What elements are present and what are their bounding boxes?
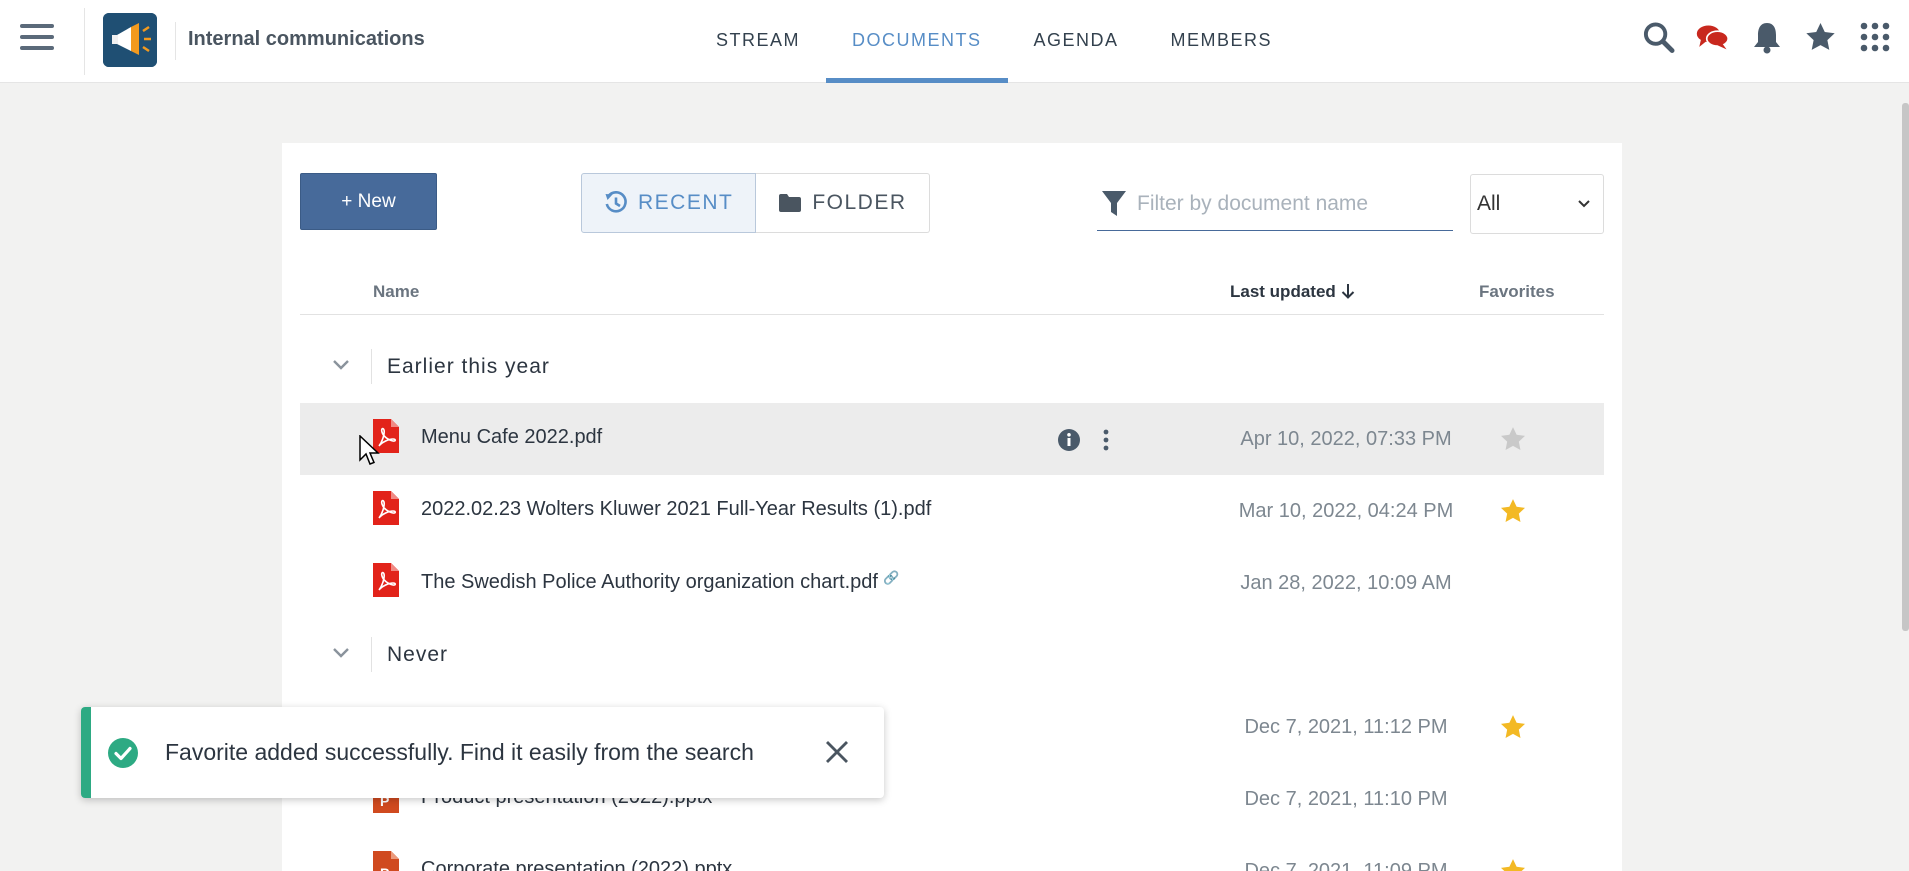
document-name[interactable]: Corporate presentation (2022).pptx	[421, 858, 732, 871]
favorite-star-icon[interactable]	[1499, 857, 1527, 871]
folder-view-label: FOLDER	[812, 191, 907, 214]
document-filter	[1097, 178, 1453, 231]
recent-view-label: RECENT	[638, 191, 734, 214]
document-name-text: The Swedish Police Authority organizatio…	[421, 571, 878, 593]
tab-members[interactable]: MEMBERS	[1145, 0, 1299, 83]
document-row[interactable]: Menu Cafe 2022.pdf Apr 10, 2022, 07:33 P…	[300, 403, 1604, 475]
column-name: Name	[373, 282, 420, 301]
mouse-cursor-icon	[359, 435, 380, 465]
top-bar: Internal communications STREAM DOCUMENTS…	[0, 0, 1909, 83]
type-select-value: All	[1477, 192, 1501, 215]
filter-input[interactable]	[1137, 192, 1437, 216]
column-last-updated[interactable]: Last updated	[1230, 282, 1355, 302]
more-options-icon[interactable]	[1101, 428, 1111, 452]
tab-documents[interactable]: DOCUMENTS	[826, 0, 1008, 83]
document-name[interactable]: Menu Cafe 2022.pdf	[421, 426, 602, 449]
favorite-star-icon[interactable]	[1499, 713, 1527, 741]
history-icon	[605, 191, 627, 213]
info-icon[interactable]	[1057, 428, 1081, 452]
document-date: Apr 10, 2022, 07:33 PM	[1240, 428, 1452, 450]
filter-icon	[1102, 191, 1126, 216]
pdf-file-icon	[373, 563, 399, 597]
tab-stream[interactable]: STREAM	[690, 0, 826, 83]
chevron-down-icon[interactable]	[332, 359, 350, 371]
space-title[interactable]: Internal communications	[188, 28, 425, 51]
success-toast: Favorite added successfully. Find it eas…	[81, 707, 884, 798]
chat-icon[interactable]	[1696, 20, 1729, 53]
search-icon[interactable]	[1642, 20, 1675, 53]
svg-text:P: P	[380, 865, 389, 871]
group-label: Earlier this year	[387, 355, 550, 378]
pptx-file-icon: P	[373, 851, 399, 871]
grid-icon[interactable]	[1858, 20, 1891, 53]
chevron-down-icon	[1578, 200, 1590, 208]
document-date: Dec 7, 2021, 11:09 PM	[1244, 860, 1448, 871]
group-label: Never	[387, 643, 449, 666]
space-tabs: STREAM DOCUMENTS AGENDA MEMBERS	[690, 0, 1298, 83]
link-icon: 🔗	[882, 570, 900, 585]
document-date: Mar 10, 2022, 04:24 PM	[1238, 500, 1454, 522]
bell-icon[interactable]	[1750, 20, 1783, 53]
type-select[interactable]: All	[1470, 174, 1604, 234]
hamburger-icon[interactable]	[20, 24, 54, 54]
divider	[84, 8, 85, 75]
document-name[interactable]: The Swedish Police Authority organizatio…	[421, 570, 899, 594]
recent-view-button[interactable]: RECENT	[581, 173, 757, 233]
tab-agenda[interactable]: AGENDA	[1008, 0, 1145, 83]
table-header: Name Last updated Favorites	[300, 263, 1604, 315]
divider	[371, 349, 372, 384]
favorite-star-icon[interactable]	[1499, 497, 1527, 525]
divider	[371, 637, 372, 672]
document-row[interactable]: P Corporate presentation (2022).pptx Dec…	[300, 835, 1604, 871]
document-row[interactable]: 2022.02.23 Wolters Kluwer 2021 Full-Year…	[300, 475, 1604, 547]
view-toggle: RECENT FOLDER	[581, 173, 930, 233]
star-icon[interactable]	[1804, 20, 1837, 53]
space-logo[interactable]	[103, 13, 157, 67]
document-date: Dec 7, 2021, 11:12 PM	[1244, 716, 1448, 738]
document-date: Jan 28, 2022, 10:09 AM	[1240, 572, 1452, 594]
folder-view-button[interactable]: FOLDER	[756, 173, 930, 233]
new-button[interactable]: + New	[300, 173, 437, 230]
check-circle-icon	[108, 738, 138, 768]
toast-accent-bar	[81, 707, 91, 798]
chevron-down-icon[interactable]	[332, 647, 350, 659]
favorite-star-icon[interactable]	[1499, 425, 1527, 453]
document-name[interactable]: 2022.02.23 Wolters Kluwer 2021 Full-Year…	[421, 498, 931, 521]
column-last-updated-label: Last updated	[1230, 282, 1336, 301]
sort-arrow-down-icon	[1341, 284, 1354, 299]
folder-icon	[779, 194, 802, 212]
toast-message: Favorite added successfully. Find it eas…	[165, 739, 754, 765]
document-row[interactable]: The Swedish Police Authority organizatio…	[300, 547, 1604, 619]
close-icon[interactable]	[824, 739, 850, 765]
page-scrollbar[interactable]	[1902, 103, 1909, 631]
document-date: Dec 7, 2021, 11:10 PM	[1244, 788, 1448, 810]
top-icons	[1642, 20, 1891, 53]
pdf-file-icon	[373, 491, 399, 525]
group-earlier-this-year: Earlier this year	[300, 331, 1604, 403]
column-favorites: Favorites	[1479, 282, 1555, 301]
divider	[175, 22, 176, 60]
group-never: Never	[300, 619, 1604, 691]
